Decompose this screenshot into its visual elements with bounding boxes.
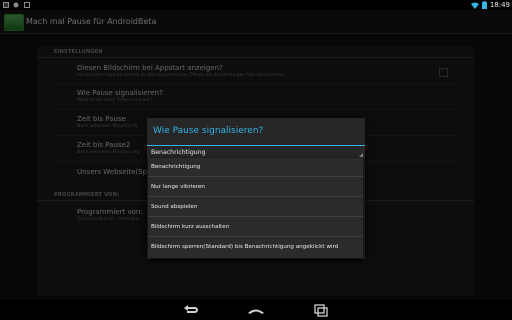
option-screen-off[interactable]: Bildschirm kurz ausschalten <box>148 218 363 237</box>
option-label: Bildschirm kurz ausschalten <box>151 224 230 230</box>
option-lock-screen[interactable]: Bildschirm sperren(Standard) bis Benachr… <box>148 238 363 257</box>
status-bar: 18:49 <box>0 0 512 10</box>
recent-apps-icon[interactable] <box>308 302 332 318</box>
picture-icon <box>3 2 9 8</box>
option-label: Nur lange vibrieren <box>151 184 205 190</box>
navigation-bar <box>0 300 512 320</box>
clock: 18:49 <box>489 1 510 9</box>
option-label: Sound abspielen <box>151 204 198 210</box>
option-vibrate[interactable]: Nur lange vibrieren <box>148 178 363 197</box>
spinner-dropdown: Benachrichtigung Nur lange vibrieren Sou… <box>148 158 363 258</box>
spinner-selected-value: Benachrichtigung <box>151 149 206 156</box>
android-icon <box>13 2 19 8</box>
dialog-title: Wie Pause signalisieren? <box>153 126 264 136</box>
home-icon[interactable] <box>244 302 268 318</box>
option-sound[interactable]: Sound abspielen <box>148 198 363 217</box>
option-benachrichtigung[interactable]: Benachrichtigung <box>148 158 363 177</box>
option-label: Bildschirm sperren(Standard) bis Benachr… <box>151 244 339 250</box>
dialog-title-divider <box>147 145 365 146</box>
wifi-icon <box>470 2 479 9</box>
spinner-arrow-icon <box>359 153 363 157</box>
square-icon <box>24 2 30 8</box>
option-label: Benachrichtigung <box>151 164 201 170</box>
battery-icon <box>481 1 487 9</box>
back-icon[interactable] <box>178 302 202 318</box>
